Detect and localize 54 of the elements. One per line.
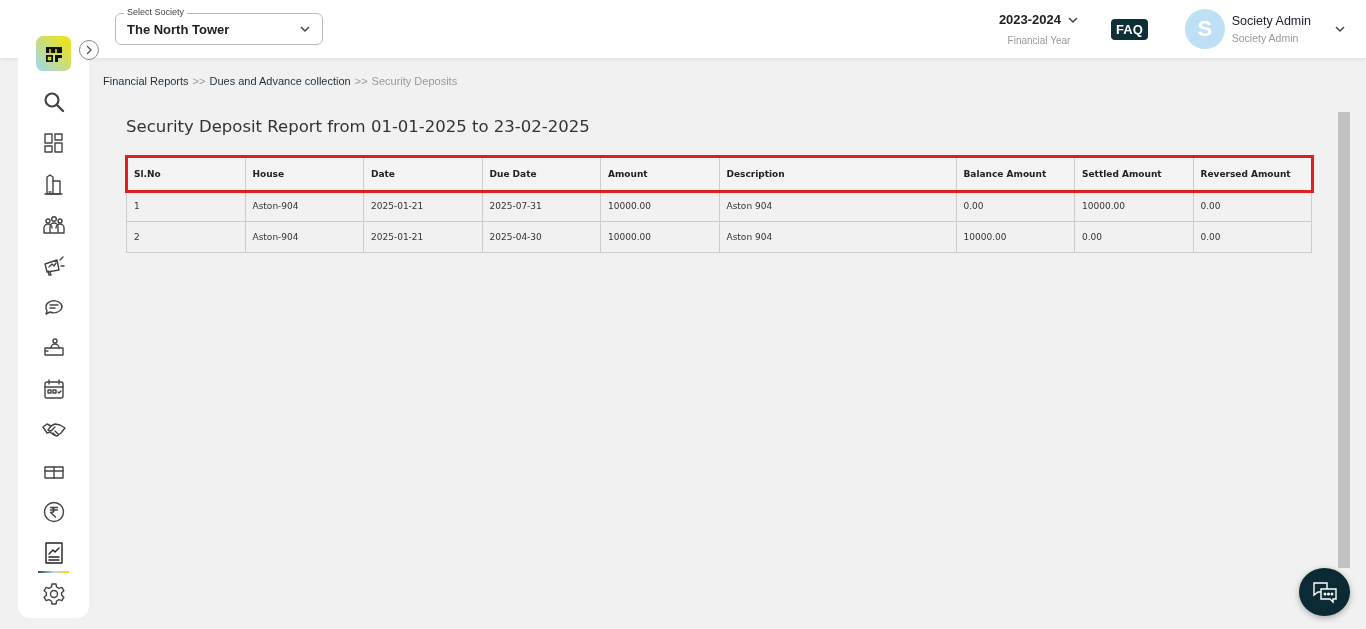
column-header: Reversed Amount [1193, 156, 1312, 191]
report-title: Security Deposit Report from 01-01-2025 to 23-02-2025 [126, 117, 591, 136]
building-icon [41, 171, 66, 196]
table-cell: 10000.00 [1074, 190, 1193, 222]
chevron-down-icon [1067, 15, 1080, 24]
table-cell: 10000.00 [956, 221, 1075, 253]
table-cell: 0.00 [956, 190, 1075, 222]
column-header: House [245, 156, 364, 191]
table-cell: 0.00 [1193, 190, 1312, 222]
settings-icon [41, 581, 66, 606]
financial-year-dropdown[interactable]: 2023-2024 [998, 12, 1080, 27]
calendar-icon [41, 376, 66, 401]
column-header: Description [719, 156, 956, 191]
chevron-down-icon [1334, 25, 1346, 33]
chevron-right-icon [85, 45, 93, 55]
column-header: Balance Amount [956, 156, 1075, 191]
table-cell: Aston 904 [719, 221, 956, 253]
table-cell: 10000.00 [600, 190, 719, 222]
table-cell: 0.00 [1193, 221, 1312, 253]
society-select-label: Select Society [124, 7, 188, 18]
user-avatar: S [1184, 9, 1225, 49]
chat-bubbles-icon [1311, 580, 1338, 604]
table-cell: 10000.00 [600, 221, 719, 253]
chevron-down-icon [299, 25, 311, 33]
breadcrumb-link[interactable]: Financial Reports [103, 75, 189, 87]
table-cell: 2025-01-21 [363, 190, 482, 222]
user-name: Society Admin [1231, 14, 1311, 28]
table-cell: 2025-04-30 [482, 221, 601, 253]
table-cell: 0.00 [1074, 221, 1193, 253]
society-select-value: The North Tower [127, 21, 230, 37]
table-cell: Aston-904 [245, 221, 364, 253]
table-cell: 2025-07-31 [482, 190, 601, 222]
column-header: Due Date [482, 156, 601, 191]
column-header: Sl.No [126, 156, 245, 191]
rupee-icon [41, 499, 66, 524]
scrollbar-thumb[interactable] [1338, 112, 1350, 568]
dashboard-icon [41, 130, 66, 155]
breadcrumb-separator: >> [192, 75, 206, 87]
breadcrumb-link[interactable]: Dues and Advance collection [209, 75, 351, 87]
faq-button[interactable]: FAQ [1111, 18, 1148, 40]
table-cell: Aston 904 [719, 190, 956, 222]
column-header: Settled Amount [1074, 156, 1193, 191]
column-header: Date [363, 156, 482, 191]
table-cell: 2 [126, 221, 245, 253]
user-role: Society Admin [1231, 32, 1300, 44]
breadcrumb-separator: >> [354, 75, 368, 87]
search-icon [41, 89, 66, 114]
financial-year-label: Financial Year [1007, 35, 1071, 46]
table-cell: Aston-904 [245, 190, 364, 222]
chat-button[interactable] [1299, 568, 1350, 616]
column-header: Amount [600, 156, 719, 191]
table-cell: 2025-01-21 [363, 221, 482, 253]
app-logo[interactable] [36, 36, 71, 71]
table-cell: 1 [126, 190, 245, 222]
